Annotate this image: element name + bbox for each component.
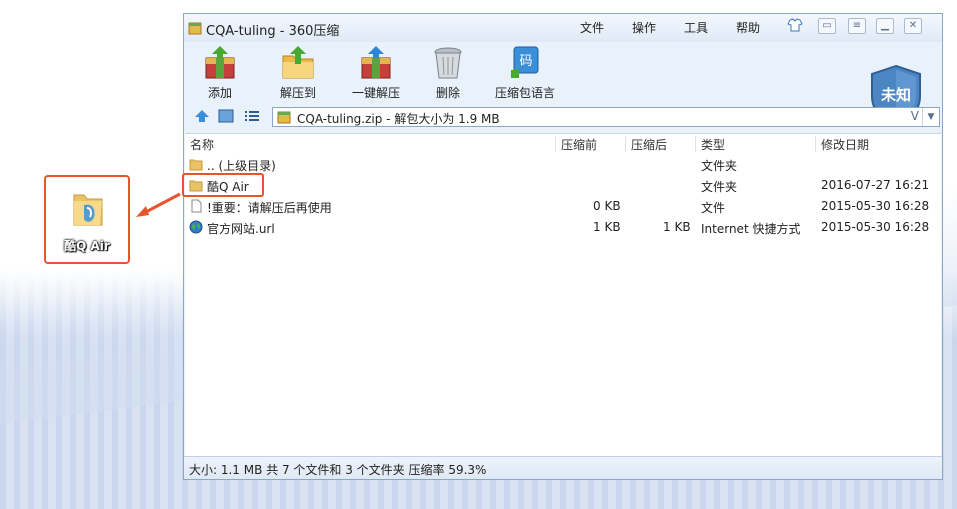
arrow-icon — [136, 192, 181, 217]
archive-icon — [277, 110, 291, 127]
one-click-extract-label: 一键解压 — [351, 86, 400, 100]
column-name[interactable]: 名称 — [190, 136, 214, 153]
row-type: 文件夹 — [701, 159, 738, 173]
skin-icon[interactable] — [786, 18, 804, 34]
column-separator — [555, 136, 556, 152]
add-button-label: 添加 — [207, 86, 232, 100]
globe-icon — [189, 220, 203, 234]
up-icon[interactable] — [194, 109, 210, 126]
title-bar: CQA-tuling - 360压缩 文件 操作 工具 帮助 ▭ ≡ ▁ ✕ — [184, 14, 942, 42]
highlight-box — [182, 173, 264, 197]
table-row[interactable]: 官方网站.url 1 KB 1 KB Internet 快捷方式 2015-05… — [185, 217, 941, 238]
status-text: 大小: 1.1 MB 共 7 个文件和 3 个文件夹 压缩率 59.3% — [189, 463, 487, 477]
column-date[interactable]: 修改日期 — [821, 136, 869, 153]
archive-language-icon: 码 — [511, 46, 539, 78]
column-separator — [815, 136, 816, 152]
row-type: 文件夹 — [701, 180, 738, 194]
menu-action[interactable]: 操作 — [632, 19, 656, 36]
file-icon — [191, 199, 202, 213]
feedback-icon[interactable]: ▭ — [818, 18, 836, 34]
row-name: !重要：请解压后再使用 — [207, 201, 332, 215]
column-type[interactable]: 类型 — [701, 136, 725, 153]
table-row[interactable]: !重要：请解压后再使用 0 KB 文件 2015-05-30 16:28 — [185, 196, 941, 217]
minimize-icon[interactable]: ▁ — [876, 18, 894, 34]
extract-to-button[interactable]: 解压到 — [266, 44, 330, 102]
address-bar: CQA-tuling.zip - 解包大小为 1.9 MB V ▼ — [184, 106, 942, 130]
row-after: 1 KB — [663, 220, 691, 234]
one-click-extract-button[interactable]: 一键解压 — [344, 44, 408, 102]
row-name: .. (上级目录) — [207, 159, 276, 173]
row-type: 文件 — [701, 201, 726, 215]
list-view-icon[interactable] — [244, 109, 260, 126]
menu-dropdown-icon[interactable]: ≡ — [848, 18, 866, 34]
row-before: 1 KB — [593, 220, 621, 234]
add-button[interactable]: 添加 — [188, 44, 252, 102]
menu-tools[interactable]: 工具 — [684, 19, 708, 36]
folder-icon — [189, 159, 203, 171]
table-row[interactable]: 酷Q Air 文件夹 2016-07-27 16:21 — [182, 173, 941, 197]
close-icon[interactable]: ✕ — [904, 18, 922, 34]
row-before: 0 KB — [593, 199, 621, 213]
shield-label: 未知 — [880, 86, 911, 104]
delete-button[interactable]: 删除 — [416, 44, 480, 102]
archive-language-button[interactable]: 码 压缩包语言 — [488, 44, 562, 102]
extract-to-label: 解压到 — [279, 86, 316, 100]
desktop-folder-shortcut[interactable]: 酷Q Air — [44, 175, 130, 264]
path-text: CQA-tuling.zip - 解包大小为 1.9 MB — [297, 112, 500, 126]
row-type: Internet 快捷方式 — [701, 222, 801, 236]
row-date: 2015-05-30 16:28 — [821, 199, 930, 213]
status-bar: 大小: 1.1 MB 共 7 个文件和 3 个文件夹 压缩率 59.3% — [184, 456, 942, 479]
svg-text:码: 码 — [519, 54, 532, 69]
file-list: 名称 压缩前 压缩后 类型 修改日期 .. (上级目录) 文件夹 酷Q Air … — [182, 133, 941, 458]
add-books-icon — [205, 46, 235, 79]
column-separator — [625, 136, 626, 152]
row-name: 官方网站.url — [207, 222, 275, 236]
path-dropdown-v-icon[interactable]: V — [911, 109, 919, 123]
trash-icon — [434, 47, 462, 79]
desktop-icon-label: 酷Q Air — [64, 239, 110, 253]
column-after[interactable]: 压缩后 — [631, 136, 667, 153]
window-title: CQA-tuling - 360压缩 — [206, 24, 340, 39]
row-date: 2016-07-27 16:21 — [821, 178, 930, 192]
chevron-down-icon[interactable]: ▼ — [922, 108, 939, 126]
toolbar: 添加 解压到 一键解压 删除 码 压缩包语言 未知 — [184, 42, 942, 128]
archive-language-label: 压缩包语言 — [494, 86, 555, 100]
app-icon — [188, 22, 202, 35]
delete-label: 删除 — [435, 86, 460, 100]
archive-window: CQA-tuling - 360压缩 文件 操作 工具 帮助 ▭ ≡ ▁ ✕ 添… — [182, 13, 943, 480]
table-row[interactable]: .. (上级目录) 文件夹 — [185, 154, 941, 175]
path-field[interactable]: CQA-tuling.zip - 解包大小为 1.9 MB V ▼ — [272, 107, 940, 127]
folder-icon — [73, 194, 103, 226]
column-separator — [695, 136, 696, 152]
thumbnail-view-icon[interactable] — [218, 109, 234, 126]
one-click-extract-icon — [361, 46, 391, 79]
column-before[interactable]: 压缩前 — [561, 136, 597, 153]
row-date: 2015-05-30 16:28 — [821, 220, 930, 234]
extract-to-folder-icon — [282, 46, 314, 79]
menu-help[interactable]: 帮助 — [736, 19, 760, 36]
menu-file[interactable]: 文件 — [580, 19, 604, 36]
